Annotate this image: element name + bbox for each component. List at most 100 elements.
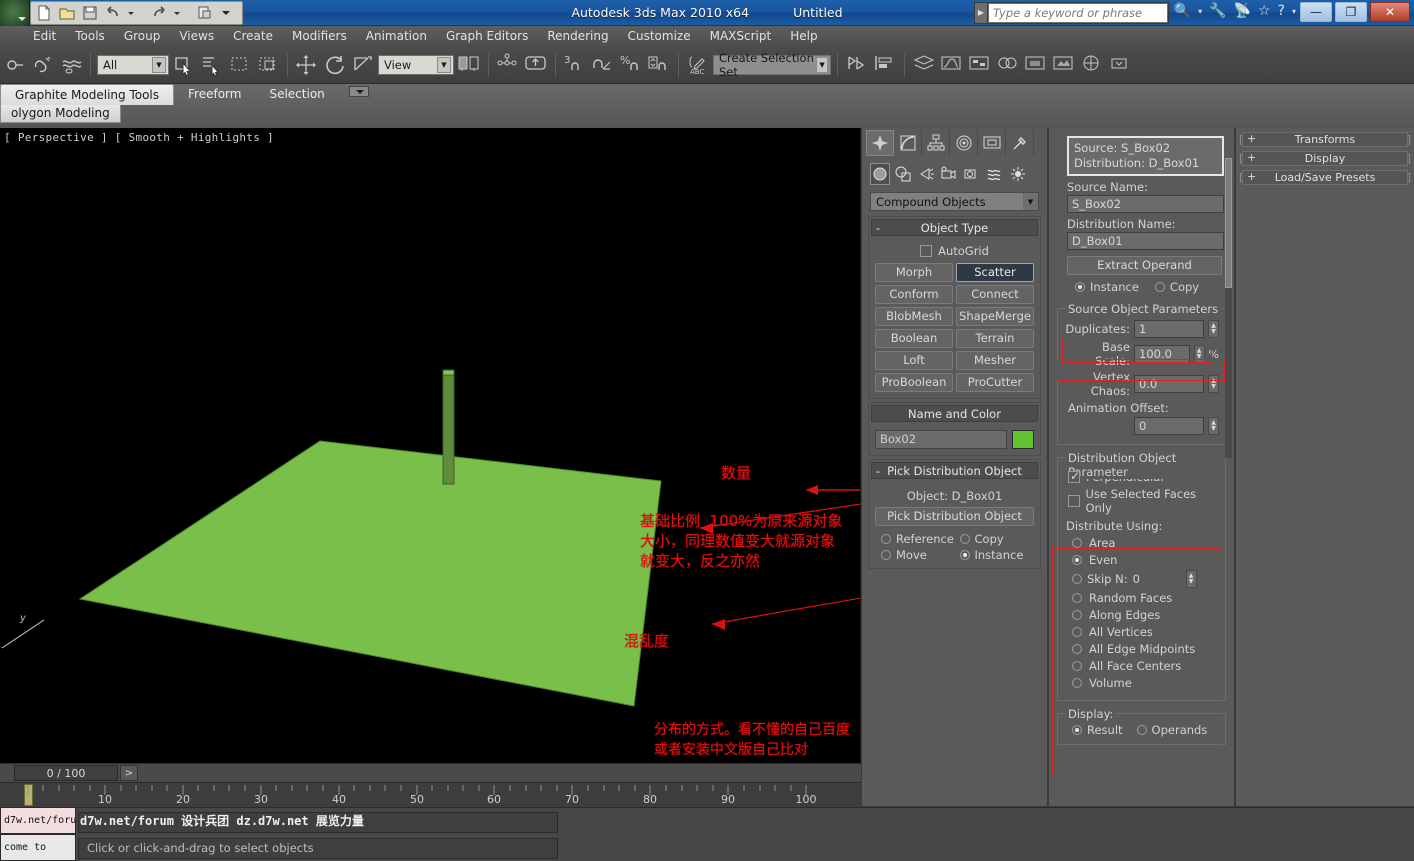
radio-volume[interactable]: Volume <box>1072 676 1219 690</box>
chevron-down-icon[interactable]: ▼ <box>816 56 828 73</box>
create-category-dropdown[interactable]: Compound Objects ▼ <box>870 192 1039 211</box>
duplicates-spinner[interactable]: ▲ ▼ <box>1208 320 1219 338</box>
layer-manager-icon[interactable] <box>911 50 937 80</box>
application-menu-button[interactable] <box>0 0 30 26</box>
perspective-viewport[interactable]: [ Perspective ] [ Smooth + Highlights ] <box>0 128 861 763</box>
radio-dot[interactable] <box>1072 678 1082 688</box>
radio-skip-n[interactable]: Skip N: 0 ▲ ▼ <box>1072 570 1219 588</box>
collapse-icon[interactable]: - <box>876 463 880 479</box>
save-icon[interactable] <box>81 4 100 23</box>
radio-all-vertices[interactable]: All Vertices <box>1072 625 1219 639</box>
radio-dot[interactable] <box>881 534 891 544</box>
base-scale-spinner[interactable]: ▲ ▼ <box>1193 345 1205 363</box>
mirror-icon[interactable] <box>844 50 870 80</box>
menu-rendering[interactable]: Rendering <box>538 27 617 45</box>
utilities-tab-icon[interactable] <box>1006 130 1034 156</box>
pick-distribution-header[interactable]: - Pick Distribution Object <box>871 462 1038 479</box>
rollout-display[interactable]: [ + Display ] <box>1239 151 1411 166</box>
tab-selection[interactable]: Selection <box>255 84 338 105</box>
customize-qat-icon[interactable] <box>219 4 238 23</box>
window-crossing-icon[interactable] <box>255 50 281 80</box>
chevron-down-icon[interactable]: ▼ <box>1023 193 1038 210</box>
skip-n-spinner[interactable]: ▲ ▼ <box>1185 570 1197 588</box>
radio-dot[interactable] <box>1072 555 1082 565</box>
align-icon[interactable] <box>872 50 898 80</box>
radio-dot[interactable] <box>1072 725 1082 735</box>
infocenter-search[interactable]: ▶ Type a keyword or phrase <box>974 2 1169 24</box>
radio-dot[interactable] <box>1072 644 1082 654</box>
geometry-icon[interactable] <box>870 163 890 185</box>
spinner-snap-icon[interactable] <box>646 50 672 80</box>
radio-extract-copy[interactable]: Copy <box>1154 280 1199 294</box>
distribution-name-value[interactable]: D_Box01 <box>1067 232 1224 250</box>
ribbon-options-dropdown[interactable] <box>339 84 379 105</box>
perpendicular-checkbox[interactable] <box>1068 469 1080 483</box>
cameras-icon[interactable] <box>939 163 959 185</box>
open-icon[interactable] <box>58 4 77 23</box>
expand-icon[interactable]: + <box>1247 132 1256 145</box>
collapse-icon[interactable]: - <box>876 220 880 236</box>
select-and-manipulate-icon[interactable] <box>495 50 521 80</box>
select-and-link-icon[interactable] <box>30 50 56 80</box>
unlink-selection-icon[interactable] <box>58 50 84 80</box>
modify-tab-icon[interactable] <box>894 130 922 156</box>
radio-dot[interactable] <box>1072 627 1082 637</box>
shapes-icon[interactable] <box>893 163 913 185</box>
listener-pink-line[interactable]: d7w.net/forum <box>0 807 76 834</box>
radio-reference[interactable]: Reference <box>881 532 956 546</box>
object-btn-connect[interactable]: Connect <box>956 285 1034 304</box>
binoculars-dropdown-icon[interactable]: ▾ <box>1198 7 1202 16</box>
select-and-rotate-icon[interactable] <box>322 50 348 80</box>
render-production-icon[interactable] <box>1079 50 1105 80</box>
object-btn-morph[interactable]: Morph <box>875 263 953 282</box>
hierarchy-tab-icon[interactable] <box>922 130 950 156</box>
object-btn-conform[interactable]: Conform <box>875 285 953 304</box>
radio-dot[interactable] <box>1072 593 1082 603</box>
object-type-header[interactable]: - Object Type <box>871 219 1038 236</box>
radio-dot[interactable] <box>1072 661 1082 671</box>
select-and-scale-icon[interactable] <box>350 50 376 80</box>
object-btn-shapemerge[interactable]: ShapeMerge <box>956 307 1034 326</box>
select-object-icon[interactable] <box>171 50 197 80</box>
radio-dot[interactable] <box>959 534 970 544</box>
radio-dot[interactable] <box>959 550 970 560</box>
radio-random-faces[interactable]: Random Faces <box>1072 591 1219 605</box>
radio-move[interactable]: Move <box>881 548 956 562</box>
radio-even[interactable]: Even <box>1072 553 1219 567</box>
object-btn-procutter[interactable]: ProCutter <box>956 373 1034 392</box>
select-by-name-icon[interactable] <box>199 50 225 80</box>
star-icon[interactable]: ☆ <box>1258 3 1271 19</box>
display-tab-icon[interactable] <box>978 130 1006 156</box>
snaps-toggle-icon[interactable] <box>523 50 549 80</box>
vertex-chaos-input[interactable]: 0.0 <box>1134 375 1204 393</box>
menu-tools[interactable]: Tools <box>66 27 114 45</box>
helpers-icon[interactable] <box>962 163 982 185</box>
rollout-load-save-presets[interactable]: [ + Load/Save Presets ] <box>1239 170 1411 185</box>
vertex-chaos-spinner[interactable]: ▲ ▼ <box>1208 375 1219 393</box>
panel-scrollbar[interactable] <box>1225 158 1232 458</box>
object-btn-boolean[interactable]: Boolean <box>875 329 953 348</box>
radio-all-face-centers[interactable]: All Face Centers <box>1072 659 1219 673</box>
expand-icon[interactable]: + <box>1247 151 1256 164</box>
satellite-icon[interactable]: 📡 <box>1234 3 1251 19</box>
animation-offset-input[interactable]: 0 <box>1134 417 1204 435</box>
menu-help[interactable]: Help <box>781 27 826 45</box>
radio-area[interactable]: Area <box>1072 536 1219 550</box>
set-project-icon[interactable] <box>196 4 215 23</box>
undo-view-icon[interactable] <box>2 50 28 80</box>
rendered-frame-window-icon[interactable] <box>1051 50 1077 80</box>
menu-maxscript[interactable]: MAXScript <box>701 27 781 45</box>
reference-coordinate-combo[interactable]: View ▼ <box>378 54 454 75</box>
radio-all-edge-midpoints[interactable]: All Edge Midpoints <box>1072 642 1219 656</box>
name-and-color-header[interactable]: Name and Color <box>871 405 1038 422</box>
edit-named-selection-icon[interactable]: ABC <box>685 50 711 80</box>
use-selected-faces-checkbox[interactable] <box>1068 495 1080 507</box>
percent-snap-icon[interactable]: % <box>618 50 644 80</box>
create-tab-icon[interactable] <box>866 130 894 156</box>
autogrid-row[interactable]: AutoGrid <box>875 244 1034 258</box>
schematic-view-icon[interactable] <box>967 50 993 80</box>
menu-views[interactable]: Views <box>170 27 223 45</box>
help-dropdown-icon[interactable]: ▾ <box>1292 7 1296 16</box>
object-color-swatch[interactable] <box>1012 430 1034 449</box>
menu-create[interactable]: Create <box>224 27 282 45</box>
